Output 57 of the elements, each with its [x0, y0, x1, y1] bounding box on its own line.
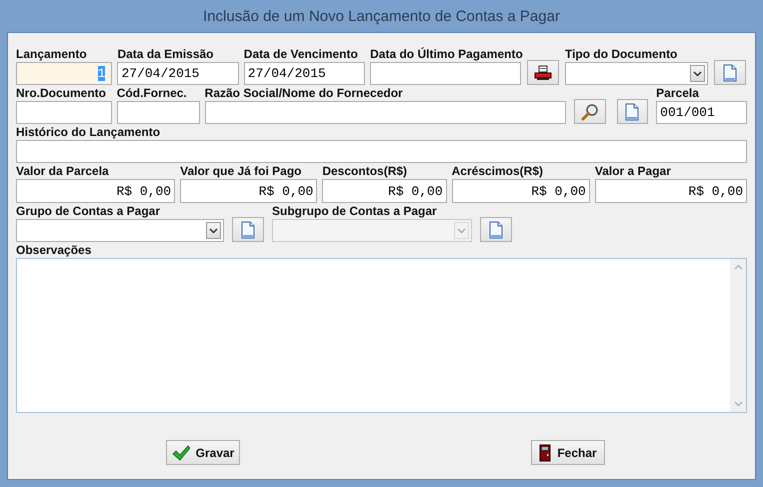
document-button[interactable] [480, 217, 512, 242]
input-field[interactable]: R$ 0,00 [452, 179, 590, 203]
close-button[interactable]: Fechar [531, 440, 605, 465]
document-icon [723, 64, 738, 82]
scrollbar[interactable] [730, 259, 746, 412]
input-field[interactable]: 27/04/2015 [117, 62, 239, 85]
check-icon [172, 444, 190, 460]
scroll-up-icon[interactable] [734, 264, 742, 270]
document-button[interactable] [616, 99, 648, 124]
printer-button[interactable] [527, 60, 559, 85]
chevron-down-icon [457, 228, 466, 234]
printer-icon [534, 64, 552, 80]
field-label: Lançamento [16, 47, 88, 62]
window-title: Inclusão de um Novo Lançamento de Contas a Pagar [203, 8, 560, 24]
scroll-down-icon[interactable] [734, 401, 742, 407]
input-field[interactable] [370, 62, 522, 85]
field-label: Subgrupo de Contas a Pagar [272, 204, 438, 219]
field-label: Valor a Pagar [594, 164, 672, 179]
input-field[interactable] [116, 101, 200, 124]
input-field[interactable] [16, 140, 747, 163]
field-label: Observações [16, 243, 92, 258]
input-field[interactable]: 001/001 [656, 101, 747, 124]
field-label: Grupo de Contas a Pagar [16, 204, 162, 219]
document-button[interactable] [714, 60, 746, 85]
save-button[interactable]: Gravar [166, 440, 240, 465]
search-button[interactable] [574, 99, 606, 124]
chevron-down-icon [693, 70, 702, 76]
field-label: Descontos(R$) [322, 164, 408, 179]
field-label: Valor que Já foi Pago [180, 164, 302, 179]
document-button[interactable] [232, 217, 264, 242]
dropdown[interactable] [564, 62, 708, 85]
input-field[interactable]: R$ 0,00 [594, 179, 747, 203]
door-icon [539, 444, 552, 462]
input-field[interactable] [204, 101, 566, 124]
input-field[interactable] [16, 101, 112, 124]
document-icon [625, 102, 640, 120]
field-label: Data da Emissão [117, 47, 215, 62]
input-field[interactable]: R$ 0,00 [180, 179, 318, 203]
document-icon [241, 220, 255, 238]
text-area[interactable] [16, 258, 747, 413]
dropdown[interactable] [16, 219, 224, 242]
field-label: Nro.Documento [16, 86, 107, 101]
field-label: Data do Último Pagamento [370, 47, 522, 62]
field-label: Tipo do Documento [564, 47, 678, 62]
input-field[interactable]: R$ 0,00 [16, 179, 176, 203]
field-label: Cód.Fornec. [116, 86, 188, 101]
input-field[interactable]: R$ 0,00 [322, 179, 447, 203]
field-label: Acréscimos(R$) [452, 164, 544, 179]
field-label: Valor da Parcela [16, 164, 110, 179]
search-icon [580, 102, 599, 120]
document-icon [489, 220, 503, 238]
input-field[interactable]: 27/04/2015 [244, 62, 366, 85]
field-label: Histórico do Lançamento [16, 125, 162, 140]
chevron-down-icon [209, 228, 218, 234]
field-label: Parcela [656, 86, 700, 101]
field-label: Razão Social/Nome do Fornecedor [204, 86, 404, 101]
field-label: Data de Vencimento [244, 47, 359, 62]
